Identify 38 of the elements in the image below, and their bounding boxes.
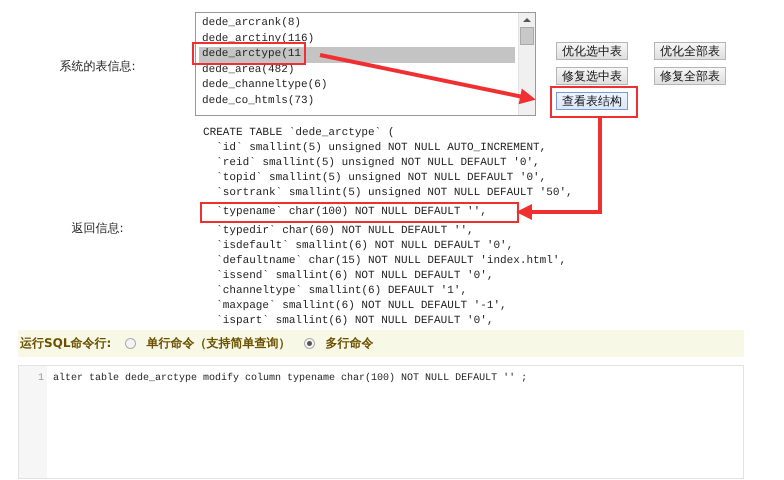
code-line: `typename` char(100) NOT NULL DEFAULT '', (215, 205, 487, 220)
table-list-item[interactable]: dede_arctype(11 (199, 47, 515, 62)
table-list-item[interactable]: dede_area(482) (199, 62, 515, 78)
code-line: `id` smallint(5) unsigned NOT NULL AUTO_INCREMENT, (215, 141, 546, 156)
table-action-button[interactable]: 优化全部表 (654, 42, 726, 60)
code-line: `channeltype` smallint(6) DEFAULT '1', (215, 284, 468, 299)
table-list-item[interactable]: dede_arctiny(116) (199, 32, 515, 47)
sql-editor[interactable]: 1 alter table dede_arctype modify column typename char(100) NOT NULL DEFAULT '' ; (18, 365, 744, 479)
code-line: `defaultname` char(15) NOT NULL DEFAULT 'index.html', (215, 254, 566, 269)
scroll-thumb[interactable] (520, 27, 534, 45)
table-action-button[interactable]: 查看表结构 (556, 92, 628, 110)
table-listbox[interactable]: dede_arcrank(8) dede_arctiny(116) dede_arctype(11 dede_area(482) dede_channeltype(6) dede_co_htmls(73) (195, 12, 536, 116)
radio-button[interactable] (304, 338, 316, 349)
radio-label[interactable]: 单行命令（支持简单查询） (146, 335, 290, 352)
code-line: `isdefault` smallint(6) NOT NULL DEFAULT '0', (215, 239, 514, 254)
sql-command-label: 运行SQL命令行: (20, 335, 112, 352)
table-list-item[interactable]: dede_channeltype(6) (199, 78, 515, 94)
code-line: `maxpage` smallint(6) NOT NULL DEFAULT '-1', (215, 299, 507, 314)
sql-code-text: alter table dede_arctype modify column typename char(100) NOT NULL DEFAULT '' ; (52, 372, 528, 386)
radio-label[interactable]: 多行命令 (325, 335, 374, 352)
code-line: `ispart` smallint(6) NOT NULL DEFAULT '0', (215, 314, 494, 329)
code-line: `topid` smallint(5) unsigned NOT NULL DEFAULT '0', (215, 171, 546, 186)
table-info-label: 系统的表信息: (59, 58, 136, 74)
code-line: CREATE TABLE `dede_arctype` ( (203, 126, 394, 141)
scroll-up-icon[interactable] (523, 17, 531, 23)
table-action-button[interactable]: 修复全部表 (654, 67, 726, 85)
table-list-item[interactable]: dede_arcrank(8) (199, 16, 515, 32)
return-info-label: 返回信息: (71, 220, 124, 236)
code-line: `reid` smallint(5) unsigned NOT NULL DEFAULT '0', (215, 156, 540, 171)
line-number: 1 (19, 366, 47, 478)
table-list-item[interactable]: dede_co_htmls(73) (199, 94, 515, 109)
code-line: `issend` smallint(6) NOT NULL DEFAULT '0', (215, 269, 494, 284)
table-action-button[interactable]: 优化选中表 (556, 42, 628, 60)
code-line: `sortrank` smallint(5) unsigned NOT NULL DEFAULT '50', (215, 186, 573, 201)
scrollbar[interactable] (518, 13, 535, 115)
table-action-button[interactable]: 修复选中表 (556, 67, 628, 85)
code-line: `typedir` char(60) NOT NULL DEFAULT '', (215, 224, 474, 239)
radio-button[interactable] (125, 338, 136, 349)
